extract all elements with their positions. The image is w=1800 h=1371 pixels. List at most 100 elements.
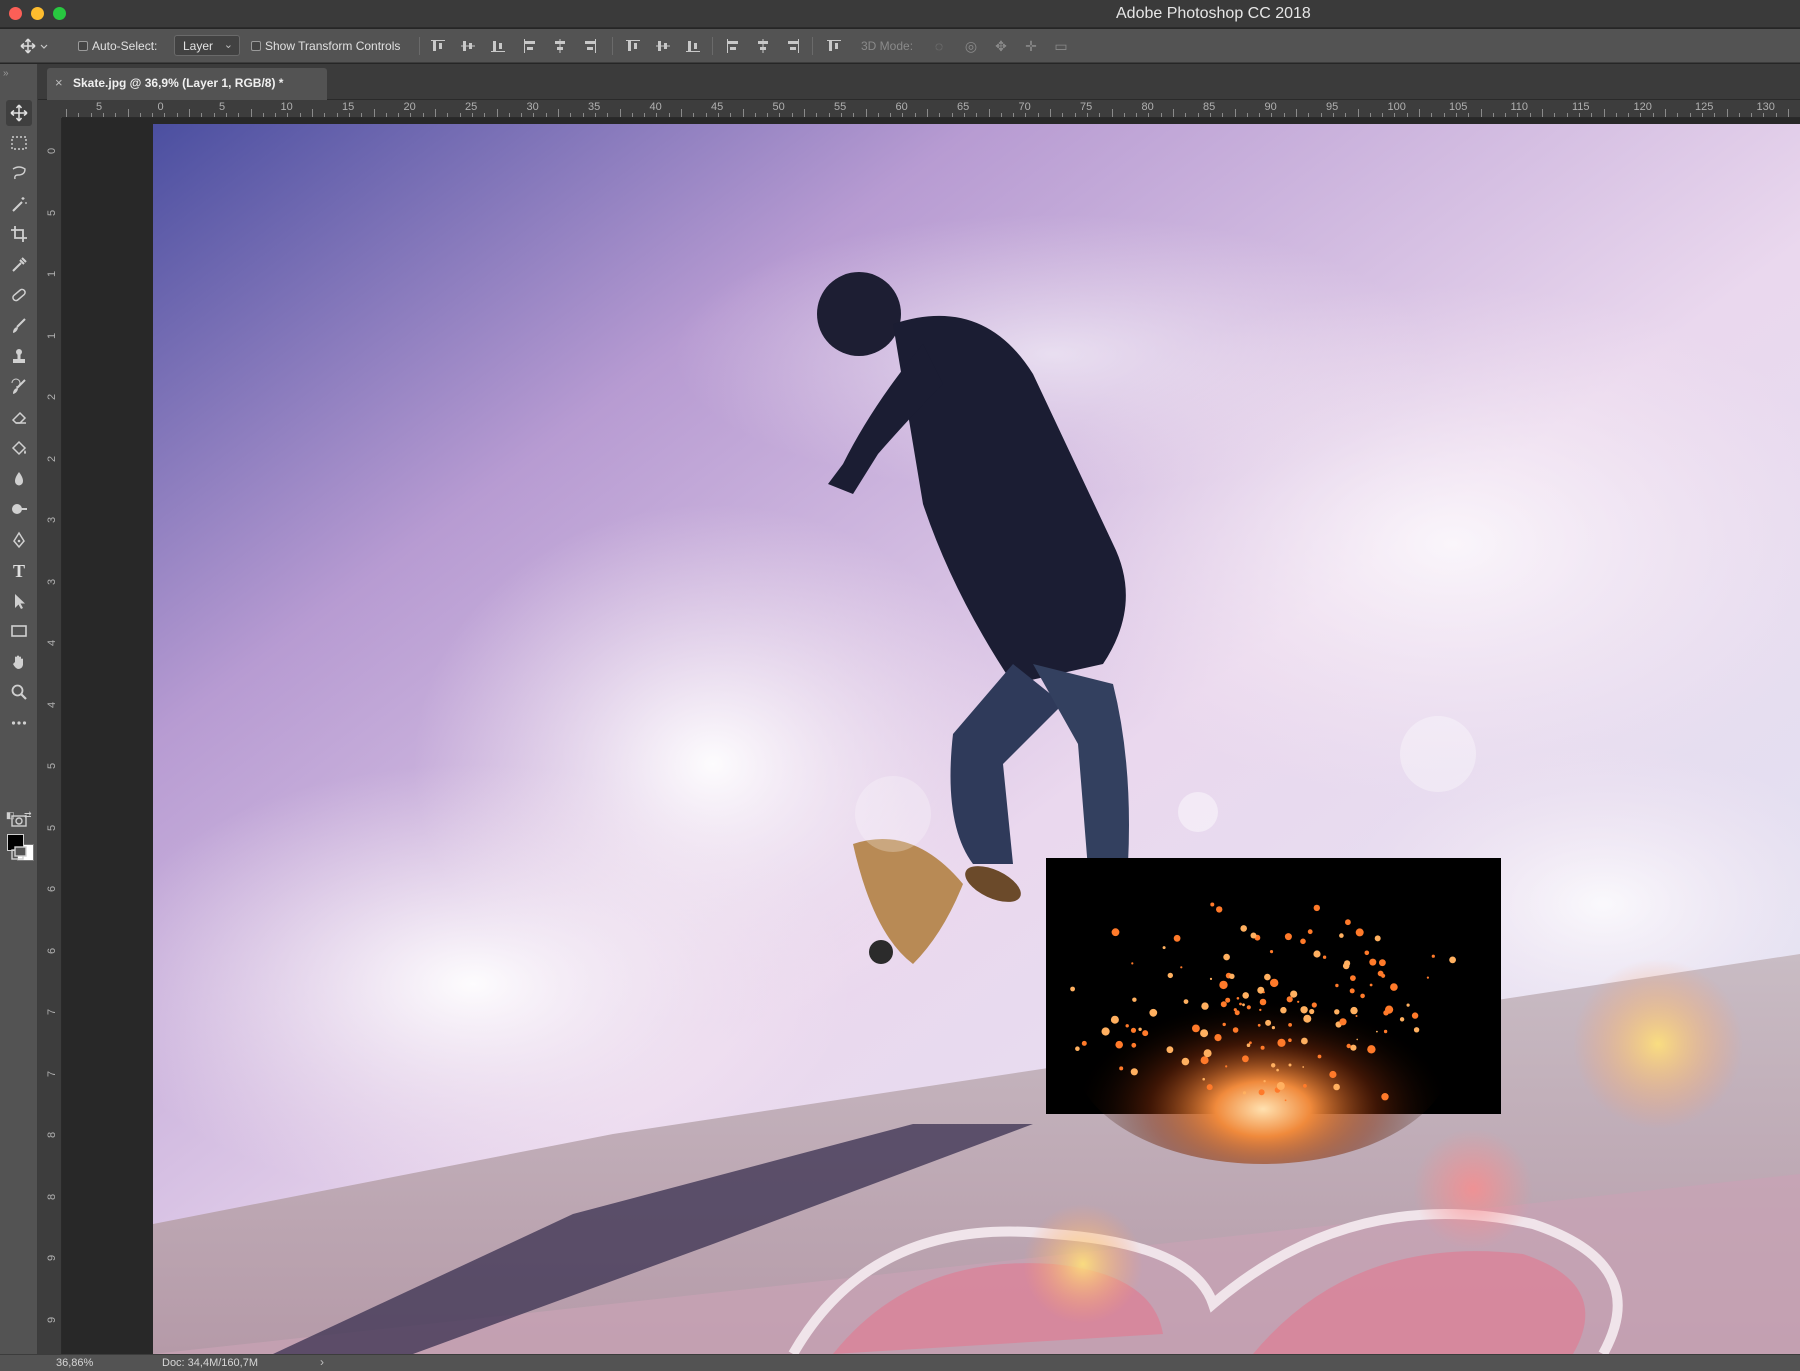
panel-collapse-icon[interactable]: » [3, 68, 9, 79]
document-tab[interactable]: × Skate.jpg @ 36,9% (Layer 1, RGB/8) * [47, 68, 327, 100]
lasso-tool[interactable] [6, 160, 32, 186]
ruler-tick [1308, 113, 1310, 117]
align-left-edges-icon[interactable] [522, 38, 538, 54]
paint-bucket-tool[interactable] [6, 435, 32, 461]
align-vertical-centers-icon[interactable] [460, 38, 476, 54]
align-horizontal-centers-icon[interactable] [552, 38, 568, 54]
crop-tool[interactable] [6, 221, 32, 247]
ruler-tick-label: 1 [46, 332, 58, 339]
healing-brush-tool[interactable] [6, 282, 32, 308]
close-tab-icon[interactable]: × [55, 75, 63, 90]
document-size-info[interactable]: Doc: 34,4M/160,7M [162, 1357, 258, 1369]
divider [712, 37, 713, 55]
spark-dot [1246, 1043, 1251, 1047]
screen-mode-button[interactable] [6, 840, 32, 866]
spark-dot [1232, 1027, 1239, 1033]
ruler-tick-label: 5 [46, 762, 58, 769]
clone-stamp-tool[interactable] [6, 343, 32, 369]
auto-select-checkbox[interactable]: Auto-Select: [78, 29, 157, 63]
zoom-tool[interactable] [6, 679, 32, 705]
spark-dot [1309, 1008, 1315, 1015]
ruler-tick-label: 8 [46, 1131, 58, 1138]
ruler-tick [1480, 109, 1482, 117]
show-transform-checkbox[interactable]: Show Transform Controls [251, 29, 400, 63]
move-tool[interactable] [6, 100, 32, 126]
ruler-tick [914, 113, 916, 117]
ruler-tick [1209, 113, 1211, 117]
ruler-tick [1037, 113, 1039, 117]
spark-dot [1311, 1002, 1317, 1008]
spark-dot [1264, 973, 1271, 981]
marquee-tool[interactable] [6, 130, 32, 156]
quick-mask-button[interactable] [6, 808, 32, 834]
ruler-tick [963, 113, 965, 117]
checkbox-box [251, 41, 261, 51]
spark-dot [1276, 1068, 1279, 1072]
spark-dot [1242, 992, 1249, 999]
history-brush-tool[interactable] [6, 374, 32, 400]
distribute-vcenter-icon[interactable] [655, 38, 671, 54]
svg-text:T: T [13, 561, 25, 579]
path-selection-tool[interactable] [6, 588, 32, 614]
align-bottom-edges-icon[interactable] [490, 38, 506, 54]
3d-orbit-icon[interactable]: ◌ [930, 38, 948, 54]
distribute-top-icon[interactable] [625, 38, 641, 54]
ruler-tick [201, 113, 203, 117]
distribute-hcenter-icon[interactable] [755, 38, 771, 54]
distribute-left-icon[interactable] [725, 38, 741, 54]
eyedropper-tool[interactable] [6, 252, 32, 278]
pen-tool[interactable] [6, 527, 32, 553]
ruler-tick [287, 113, 289, 117]
edit-toolbar[interactable] [6, 710, 32, 736]
magnifier-icon [11, 684, 27, 700]
ruler-tick [619, 109, 621, 117]
document-tab-bar: × Skate.jpg @ 36,9% (Layer 1, RGB/8) * [0, 64, 1800, 100]
spark-dot [1271, 1063, 1276, 1068]
ruler-tick [1738, 113, 1740, 117]
ruler-tick-label: 80 [1141, 101, 1154, 113]
stamp-icon [13, 349, 25, 363]
blur-tool[interactable] [6, 466, 32, 492]
zoom-level-field[interactable]: 36,86% [56, 1357, 93, 1369]
brush-tool[interactable] [6, 313, 32, 339]
hand-tool[interactable] [6, 649, 32, 675]
ruler-tick [336, 113, 338, 117]
distribute-right-icon[interactable] [785, 38, 801, 54]
3d-drag-icon[interactable]: ✥ [992, 38, 1010, 54]
ruler-tick [1086, 113, 1088, 117]
ruler-tick-label: 5 [46, 209, 58, 216]
maximize-window-button[interactable] [53, 7, 66, 20]
3d-slide-icon[interactable]: ✛ [1022, 38, 1040, 54]
auto-align-icon[interactable] [826, 38, 842, 54]
auto-select-target-dropdown[interactable]: Layer ⌄ [174, 35, 240, 56]
minimize-window-button[interactable] [31, 7, 44, 20]
canvas-image [153, 124, 1800, 1354]
3d-scale-icon[interactable]: ▭ [1052, 38, 1070, 54]
align-top-edges-icon[interactable] [430, 38, 446, 54]
status-menu-arrow-icon[interactable]: › [320, 1355, 324, 1369]
ruler-tick [1628, 113, 1630, 117]
rectangle-tool[interactable] [6, 618, 32, 644]
eraser-tool[interactable] [6, 404, 32, 430]
ruler-tick [521, 113, 523, 117]
3d-roll-icon[interactable]: ◎ [962, 38, 980, 54]
vertical-ruler[interactable]: 0 5 1 1 2 2 3 3 4 4 5 5 6 6 7 7 8 8 9 9 [38, 118, 62, 1354]
spark-dot [1367, 1045, 1376, 1054]
ruler-tick [189, 109, 190, 117]
move-tool-preset-picker[interactable] [20, 29, 50, 63]
close-window-button[interactable] [9, 7, 22, 20]
horizontal-ruler[interactable]: 5 0 5 10 15 20 25 30 35 40 45 50 55 60 65 70 75 80 85 90 95 1… [62, 100, 1800, 118]
spark-dot [1390, 983, 1398, 991]
magic-wand-tool[interactable] [6, 191, 32, 217]
ruler-origin[interactable] [38, 100, 62, 118]
ruler-tick [1505, 113, 1507, 117]
spark-dot [1202, 1077, 1205, 1081]
dodge-tool[interactable] [6, 496, 32, 522]
spark-dot [1229, 973, 1235, 979]
type-tool[interactable]: T [6, 557, 32, 583]
document-canvas[interactable] [153, 124, 1800, 1354]
align-right-edges-icon[interactable] [582, 38, 598, 54]
spark-dot [1411, 1012, 1419, 1019]
ruler-tick [607, 113, 609, 117]
distribute-bottom-icon[interactable] [685, 38, 701, 54]
